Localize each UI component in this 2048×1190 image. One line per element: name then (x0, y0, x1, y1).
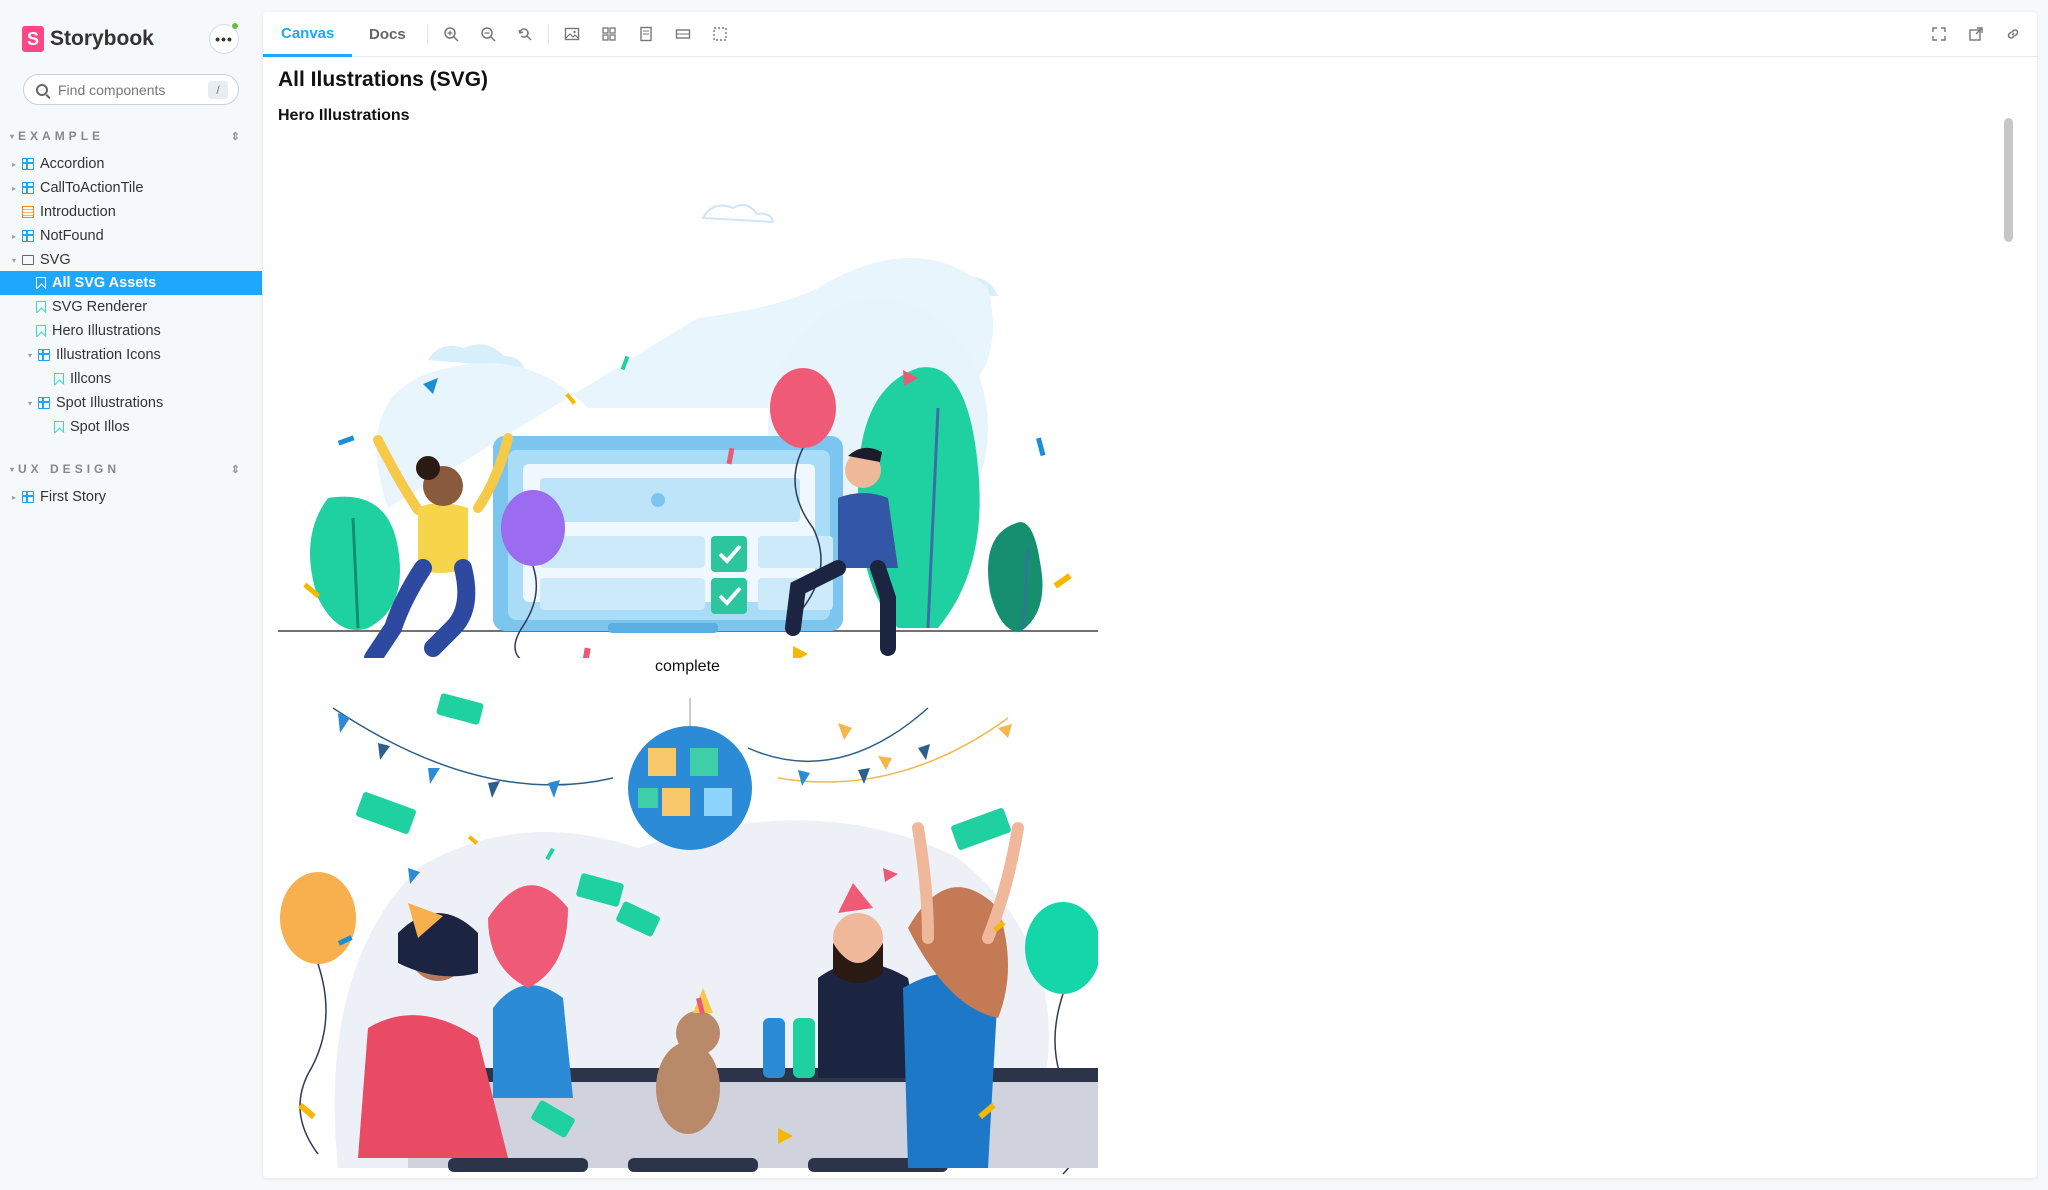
toolbar: Canvas Docs (263, 12, 2037, 57)
folder-icon (22, 255, 34, 265)
sidebar-item-label: SVG (40, 252, 71, 268)
bookmark-icon (54, 373, 64, 385)
sidebar-item-svg-renderer[interactable]: SVG Renderer (0, 295, 262, 319)
bookmark-icon (54, 421, 64, 433)
expand-collapse-icon[interactable]: ⇕ (231, 130, 240, 143)
sidebar-item-spot-illos[interactable]: Spot Illos (0, 415, 262, 439)
sidebar-item-notfound[interactable]: ▸ NotFound (0, 224, 262, 248)
section-header-example[interactable]: ▾ EXAMPLE ⇕ (10, 129, 240, 143)
component-icon (22, 182, 34, 194)
viewport-icon[interactable] (637, 25, 655, 43)
more-icon: ••• (215, 31, 233, 47)
zoom-reset-icon[interactable] (516, 25, 534, 43)
section-header-ux-design[interactable]: ▾ UX DESIGN ⇕ (10, 462, 240, 476)
page-title: All Ilustrations (SVG) (278, 68, 489, 91)
background-icon[interactable] (563, 25, 581, 43)
sidebar-item-label: Illcons (70, 371, 112, 387)
sidebar-item-svg[interactable]: ▾ SVG (0, 248, 262, 272)
sidebar-item-label: Illustration Icons (56, 347, 161, 363)
section-subtitle: Hero Illustrations (278, 107, 410, 124)
sidebar-item-hero-illustrations[interactable]: Hero Illustrations (0, 319, 262, 343)
sidebar-item-label: Spot Illos (70, 419, 130, 435)
caret-down-icon: ▾ (11, 255, 16, 265)
sidebar-item-label: Spot Illustrations (56, 395, 164, 411)
sidebar: S Storybook ••• / ▾ EXAMPLE ⇕ ▸ Accordio… (0, 0, 262, 1190)
component-icon (38, 349, 50, 361)
sidebar-item-introduction[interactable]: Introduction (0, 200, 262, 224)
caret-right-icon: ▸ (11, 231, 16, 241)
sidebar-item-label: All SVG Assets (52, 275, 157, 291)
document-icon (22, 206, 34, 218)
sidebar-item-spot-illustrations[interactable]: ▾ Spot Illustrations (0, 391, 262, 415)
tab-canvas[interactable]: Canvas (263, 12, 353, 57)
caret-down-icon: ▾ (27, 398, 32, 408)
outline-icon[interactable] (711, 25, 729, 43)
component-icon (22, 158, 34, 170)
zoom-out-icon[interactable] (479, 25, 497, 43)
toolbar-divider (427, 24, 428, 44)
sidebar-item-label: CallToActionTile (40, 180, 144, 196)
caret-right-icon: ▸ (11, 492, 16, 502)
sidebar-item-accordion[interactable]: ▸ Accordion (0, 152, 262, 176)
section-title: EXAMPLE (18, 129, 105, 143)
illustration-caption: complete (655, 658, 720, 675)
bookmark-icon (36, 277, 46, 289)
sidebar-item-first-story[interactable]: ▸ First Story (0, 485, 262, 509)
search-box[interactable]: / (23, 74, 239, 105)
bookmark-icon (36, 301, 46, 313)
sidebar-item-all-svg-assets[interactable]: All SVG Assets (0, 271, 262, 295)
fullscreen-icon[interactable] (1930, 25, 1948, 43)
caret-down-icon: ▾ (10, 464, 15, 474)
caret-down-icon: ▾ (27, 350, 32, 360)
caret-down-icon: ▾ (10, 131, 15, 141)
sidebar-item-label: Accordion (40, 156, 105, 172)
tab-docs[interactable]: Docs (369, 12, 406, 57)
sidebar-item-label: SVG Renderer (52, 299, 148, 315)
toolbar-divider (548, 24, 549, 44)
caret-right-icon: ▸ (11, 183, 16, 193)
sidebar-item-label: Hero Illustrations (52, 323, 161, 339)
sidebar-item-illustration-icons[interactable]: ▾ Illustration Icons (0, 343, 262, 367)
storybook-brand[interactable]: S Storybook (22, 26, 154, 52)
notification-dot (231, 22, 239, 30)
canvas-area: All Ilustrations (SVG) Hero Illustration… (263, 58, 2019, 1178)
sidebar-item-illcons[interactable]: Illcons (0, 367, 262, 391)
sidebar-item-label: First Story (40, 489, 107, 505)
brand-name: Storybook (50, 27, 154, 50)
bookmark-icon (36, 325, 46, 337)
open-new-tab-icon[interactable] (1967, 25, 1985, 43)
section-title: UX DESIGN (18, 462, 121, 476)
search-shortcut-badge: / (208, 81, 228, 99)
component-icon (22, 491, 34, 503)
copy-link-icon[interactable] (2004, 25, 2022, 43)
measure-icon[interactable] (674, 25, 692, 43)
sidebar-item-label: Introduction (40, 204, 116, 220)
preview-panel: Canvas Docs All Ilustrations (SVG) Hero … (263, 12, 2037, 1178)
sidebar-item-calltoactiontile[interactable]: ▸ CallToActionTile (0, 176, 262, 200)
vertical-scrollbar[interactable] (2004, 118, 2013, 242)
hero-illustration-party (280, 693, 1098, 1175)
zoom-in-icon[interactable] (442, 25, 460, 43)
component-icon (38, 397, 50, 409)
hero-illustration-complete (278, 204, 1098, 658)
search-input[interactable] (58, 81, 198, 98)
grid-icon[interactable] (600, 25, 618, 43)
component-icon (22, 230, 34, 242)
sidebar-item-label: NotFound (40, 228, 104, 244)
storybook-logo-icon: S (22, 26, 44, 52)
caret-right-icon: ▸ (11, 159, 16, 169)
search-icon (36, 83, 48, 96)
expand-collapse-icon[interactable]: ⇕ (231, 463, 240, 476)
